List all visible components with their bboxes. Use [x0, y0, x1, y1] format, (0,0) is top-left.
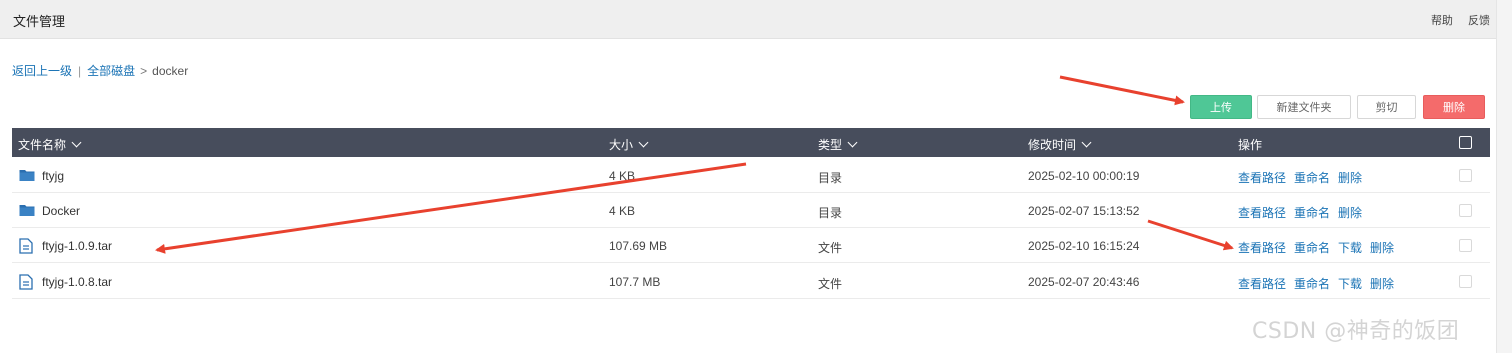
- row-actions: 查看路径 重命名 删除: [1238, 169, 1370, 186]
- column-header-name[interactable]: 文件名称: [18, 136, 82, 153]
- download-link[interactable]: 下载: [1338, 241, 1362, 255]
- help-link[interactable]: 帮助: [1431, 15, 1453, 27]
- delete-link[interactable]: 删除: [1338, 171, 1362, 185]
- file-modified: 2025-02-10 00:00:19: [1028, 169, 1140, 183]
- view-path-link[interactable]: 查看路径: [1238, 171, 1286, 185]
- file-type: 目录: [818, 171, 843, 185]
- new-folder-button[interactable]: 新建文件夹: [1257, 95, 1351, 119]
- table-row[interactable]: ftyjg 4 KB 目录 2025-02-10 00:00:19 查看路径 重命…: [12, 158, 1490, 193]
- delete-link[interactable]: 删除: [1338, 206, 1362, 220]
- column-header-type[interactable]: 类型: [818, 136, 858, 153]
- file-name[interactable]: ftyjg: [42, 169, 64, 183]
- chevron-down-icon: [638, 137, 649, 148]
- file-name[interactable]: ftyjg-1.0.9.tar: [42, 239, 112, 253]
- file-icon: [19, 238, 33, 257]
- top-links: 帮助 反馈: [1419, 12, 1490, 28]
- view-path-link[interactable]: 查看路径: [1238, 277, 1286, 291]
- breadcrumb-separator: |: [78, 64, 82, 78]
- file-name[interactable]: ftyjg-1.0.8.tar: [42, 275, 112, 289]
- file-size: 107.69 MB: [609, 239, 668, 253]
- download-link[interactable]: 下载: [1338, 277, 1362, 291]
- delete-button[interactable]: 删除: [1423, 95, 1485, 119]
- rename-link[interactable]: 重命名: [1294, 277, 1330, 291]
- column-header-actions: 操作: [1238, 136, 1262, 153]
- scrollbar-track[interactable]: [1496, 0, 1512, 353]
- table-row[interactable]: ftyjg-1.0.9.tar 107.69 MB 文件 2025-02-10 …: [12, 228, 1490, 263]
- file-modified: 2025-02-07 20:43:46: [1028, 275, 1140, 289]
- page-title: 文件管理: [13, 14, 66, 29]
- cut-button[interactable]: 剪切: [1357, 95, 1416, 119]
- file-modified: 2025-02-07 15:13:52: [1028, 204, 1140, 218]
- file-name[interactable]: Docker: [42, 204, 80, 218]
- rename-link[interactable]: 重命名: [1294, 206, 1330, 220]
- row-actions: 查看路径 重命名 下载 删除: [1238, 275, 1402, 292]
- delete-link[interactable]: 删除: [1370, 241, 1394, 255]
- breadcrumb-root-link[interactable]: 全部磁盘: [87, 64, 135, 78]
- column-header-size[interactable]: 大小: [609, 136, 649, 153]
- top-bar: 文件管理 帮助 反馈: [0, 0, 1496, 39]
- view-path-link[interactable]: 查看路径: [1238, 241, 1286, 255]
- file-type: 目录: [818, 206, 843, 220]
- delete-link[interactable]: 删除: [1370, 277, 1394, 291]
- row-actions: 查看路径 重命名 下载 删除: [1238, 239, 1402, 256]
- chevron-down-icon: [847, 137, 858, 148]
- file-size: 107.7 MB: [609, 275, 661, 289]
- row-checkbox[interactable]: [1459, 275, 1472, 288]
- file-size: 4 KB: [609, 169, 636, 183]
- column-name-label: 文件名称: [18, 138, 67, 152]
- column-modified-label: 修改时间: [1028, 138, 1077, 152]
- rename-link[interactable]: 重命名: [1294, 241, 1330, 255]
- watermark: CSDN @神奇的饭团: [1252, 319, 1460, 344]
- row-checkbox[interactable]: [1459, 169, 1472, 182]
- annotation-arrow-upload: [1059, 75, 1185, 106]
- row-checkbox[interactable]: [1459, 204, 1472, 217]
- column-actions-label: 操作: [1238, 138, 1263, 152]
- chevron-down-icon: [71, 137, 82, 148]
- back-link[interactable]: 返回上一级: [12, 64, 72, 78]
- row-actions: 查看路径 重命名 删除: [1238, 204, 1370, 221]
- column-header-modified[interactable]: 修改时间: [1028, 136, 1092, 153]
- column-type-label: 类型: [818, 138, 843, 152]
- breadcrumb-current: docker: [152, 64, 189, 78]
- table-row[interactable]: ftyjg-1.0.8.tar 107.7 MB 文件 2025-02-07 2…: [12, 264, 1490, 299]
- folder-icon: [19, 168, 35, 185]
- file-type: 文件: [818, 241, 843, 255]
- breadcrumb: 返回上一级 | 全部磁盘 > docker: [12, 62, 188, 79]
- column-size-label: 大小: [609, 138, 634, 152]
- select-all-checkbox[interactable]: [1459, 136, 1472, 149]
- row-checkbox[interactable]: [1459, 239, 1472, 252]
- rename-link[interactable]: 重命名: [1294, 171, 1330, 185]
- folder-icon: [19, 203, 35, 220]
- table-header: 文件名称 大小 类型 修改时间 操作: [12, 128, 1490, 157]
- breadcrumb-arrow: >: [140, 64, 148, 78]
- upload-button[interactable]: 上传: [1190, 95, 1252, 119]
- file-icon: [19, 274, 33, 293]
- file-modified: 2025-02-10 16:15:24: [1028, 239, 1140, 253]
- feedback-link[interactable]: 反馈: [1468, 15, 1490, 27]
- view-path-link[interactable]: 查看路径: [1238, 206, 1286, 220]
- file-type: 文件: [818, 277, 843, 291]
- table-row[interactable]: Docker 4 KB 目录 2025-02-07 15:13:52 查看路径重…: [12, 193, 1490, 228]
- file-size: 4 KB: [609, 204, 636, 218]
- chevron-down-icon: [1081, 137, 1092, 148]
